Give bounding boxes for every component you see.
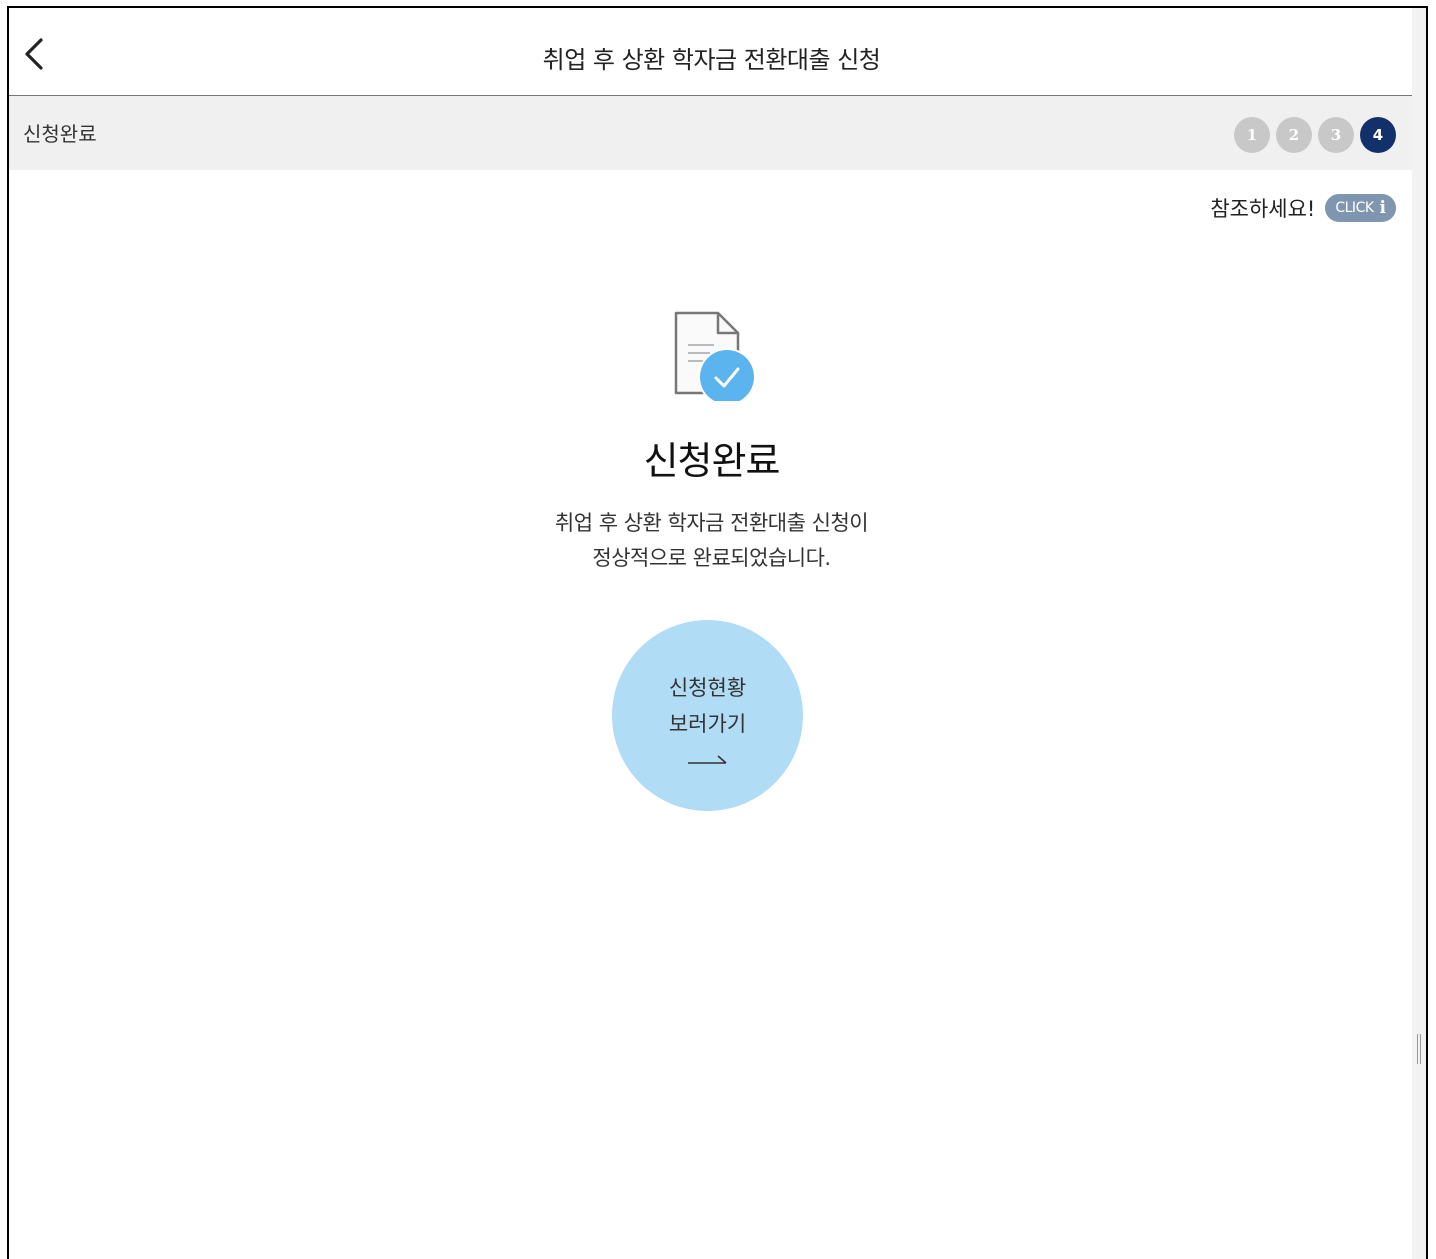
click-info-button[interactable]: CLICK i <box>1325 194 1396 222</box>
document-check-icon <box>674 311 756 401</box>
header: 취업 후 상환 학자금 전환대출 신청 <box>9 8 1414 96</box>
scrollbar-track[interactable] <box>1412 8 1426 1259</box>
step-label: 신청완료 <box>23 122 97 146</box>
step-3: 3 <box>1318 117 1354 153</box>
step-bar: 신청완료 1 2 3 4 <box>9 96 1414 170</box>
completion-message: 취업 후 상환 학자금 전환대출 신청이 정상적으로 완료되었습니다. <box>9 506 1414 576</box>
step-2: 2 <box>1276 117 1312 153</box>
reference-row: 참조하세요! CLICK i <box>1210 193 1396 223</box>
step-4-current: 4 <box>1360 117 1396 153</box>
app-window: 취업 후 상환 학자금 전환대출 신청 신청완료 1 2 3 4 참조하세요! … <box>7 6 1428 1259</box>
completion-message-line2: 정상적으로 완료되었습니다. <box>592 546 831 570</box>
view-status-button[interactable]: 신청현황 보러가기 <box>612 620 803 811</box>
info-icon: i <box>1379 198 1386 218</box>
click-label: CLICK <box>1335 200 1374 216</box>
step-indicator: 1 2 3 4 <box>1234 117 1396 153</box>
reference-text: 참조하세요! <box>1210 197 1316 221</box>
main-content: 취업 후 상환 학자금 전환대출 신청 신청완료 1 2 3 4 참조하세요! … <box>9 8 1414 1259</box>
step-1: 1 <box>1234 117 1270 153</box>
arrow-right-icon <box>688 755 727 764</box>
resize-handle[interactable] <box>1417 1034 1421 1064</box>
page-title: 취업 후 상환 학자금 전환대출 신청 <box>542 46 881 74</box>
completion-message-line1: 취업 후 상환 학자금 전환대출 신청이 <box>554 511 869 535</box>
view-status-line2: 보러가기 <box>668 712 747 736</box>
view-status-line1: 신청현황 <box>668 676 747 700</box>
completion-title: 신청완료 <box>643 439 781 483</box>
